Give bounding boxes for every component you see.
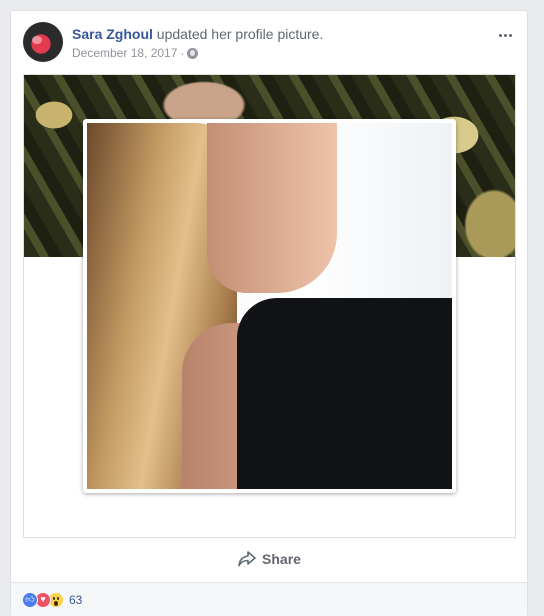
more-options-icon[interactable]: [495, 28, 515, 42]
author-avatar[interactable]: [23, 22, 63, 62]
post-header: Sara Zghoul updated her profile picture.…: [23, 22, 517, 66]
post-card: Sara Zghoul updated her profile picture.…: [10, 10, 528, 616]
like-icon: 👍︎: [22, 591, 38, 608]
share-label: Share: [262, 551, 301, 567]
author-name-link[interactable]: Sara Zghoul: [72, 26, 153, 42]
profile-picture-frame[interactable]: [83, 119, 456, 493]
globe-icon[interactable]: [187, 47, 199, 59]
post-actions-bar: Share: [23, 543, 516, 575]
avatar-highlight: [32, 36, 42, 44]
profile-picture: [87, 123, 452, 489]
reaction-icons[interactable]: 👍︎ ♥: [22, 591, 64, 608]
post-date[interactable]: December 18, 2017: [72, 45, 177, 61]
share-arrow-icon: [238, 551, 256, 567]
share-button[interactable]: Share: [238, 551, 301, 567]
post-meta: December 18, 2017 ·: [72, 45, 199, 61]
reaction-count[interactable]: 63: [69, 593, 82, 607]
profile-update-media[interactable]: [23, 74, 516, 538]
post-headline: Sara Zghoul updated her profile picture.: [72, 25, 323, 43]
post-action-text: updated her profile picture.: [156, 26, 324, 42]
reactions-bar: 👍︎ ♥ 63: [11, 582, 527, 616]
meta-separator: ·: [180, 46, 185, 60]
